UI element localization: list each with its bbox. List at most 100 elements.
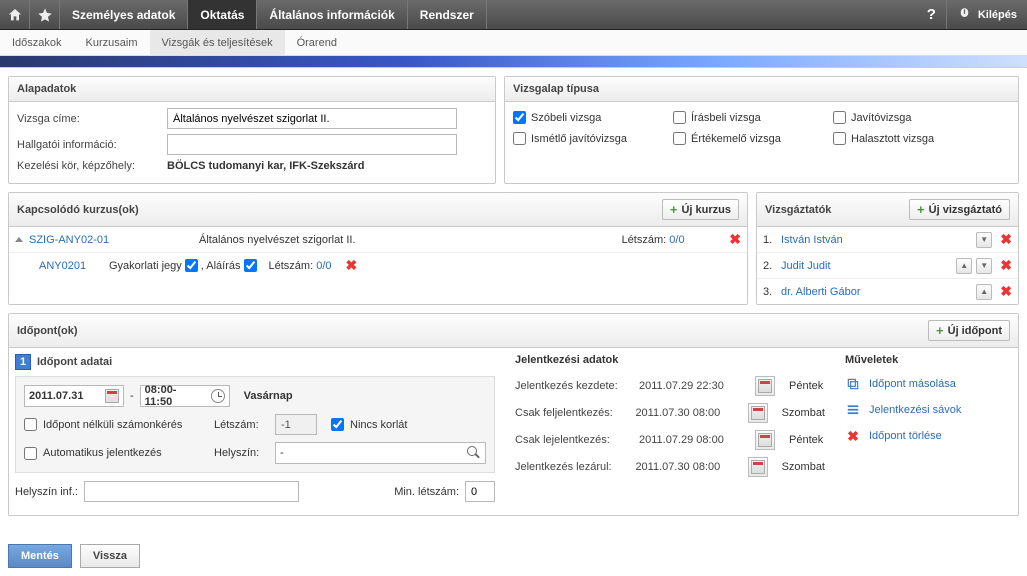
logout-button[interactable]: Kilépés — [947, 0, 1027, 29]
grade-checkbox[interactable] — [185, 259, 198, 272]
signup-row: Csak lejelentkezés:2011.07.29 08:00Pénte… — [515, 430, 825, 450]
delete-course-icon[interactable]: ✖ — [729, 231, 741, 248]
menu-general[interactable]: Általános információk — [257, 0, 407, 29]
signup-slots-action[interactable]: Jelentkezési sávok — [845, 402, 1012, 418]
move-up-icon[interactable]: ▲ — [976, 284, 992, 300]
add-course-button[interactable]: +Új kurzus — [662, 199, 739, 220]
signup-day: Szombat — [782, 461, 825, 473]
time-number: 1 — [15, 354, 31, 370]
examtype-title: Vizsgalap típusa — [513, 83, 599, 95]
delete-examiner-icon[interactable]: ✖ — [1000, 257, 1012, 274]
copy-icon — [845, 376, 861, 392]
menu-system[interactable]: Rendszer — [408, 0, 487, 29]
examtype-checkbox[interactable] — [673, 132, 686, 145]
examiner-link[interactable]: dr. Alberti Gábor — [781, 286, 972, 298]
scope-label: Kezelési kör, képzőhely: — [17, 160, 167, 172]
signup-label: Csak lejelentkezés: — [515, 434, 633, 446]
student-info-input[interactable] — [167, 134, 457, 155]
examtype-option[interactable]: Javítóvizsga — [833, 111, 973, 124]
submenu-courses[interactable]: Kurzusaim — [74, 30, 150, 55]
course-count-label: Létszám: — [622, 234, 667, 246]
calendar-icon — [758, 433, 772, 447]
add-examiner-button[interactable]: +Új vizsgáztató — [909, 199, 1010, 220]
date-input[interactable]: 2011.07.31 — [24, 385, 124, 407]
course-name: Általános nyelvészet szigorlat II. — [199, 234, 622, 246]
home-icon[interactable] — [0, 0, 30, 29]
clock-icon — [211, 389, 225, 403]
star-icon[interactable] — [30, 0, 60, 29]
plus-icon: + — [936, 323, 944, 338]
submenu-exams[interactable]: Vizsgák és teljesítések — [150, 30, 285, 55]
search-icon — [467, 446, 481, 460]
exam-title-input[interactable] — [167, 108, 457, 129]
calendar-button[interactable] — [748, 457, 767, 477]
signup-title: Jelentkezési adatok — [515, 354, 825, 366]
examtype-option[interactable]: Halasztott vizsga — [833, 132, 973, 145]
child-course-code[interactable]: ANY0201 — [39, 260, 109, 272]
copy-time-action[interactable]: Időpont másolása — [845, 376, 1012, 392]
count-input[interactable] — [275, 414, 317, 435]
time-input[interactable]: 08:00-11:50 — [140, 385, 230, 407]
signup-label: Jelentkezés kezdete: — [515, 380, 633, 392]
course-code-link[interactable]: SZIG-ANY02-01 — [29, 234, 199, 246]
delete-child-course-icon[interactable]: ✖ — [346, 257, 358, 274]
child-count-link[interactable]: 0/0 — [316, 260, 331, 272]
submenu-timetable[interactable]: Órarend — [285, 30, 349, 55]
menu-education[interactable]: Oktatás — [188, 0, 257, 29]
calendar-button[interactable] — [755, 376, 775, 396]
grade-label: Gyakorlati jegy — [109, 260, 182, 272]
delete-examiner-icon[interactable]: ✖ — [1000, 283, 1012, 300]
examiner-link[interactable]: István István — [781, 234, 972, 246]
expand-icon[interactable] — [15, 237, 23, 242]
add-time-button[interactable]: +Új időpont — [928, 320, 1010, 341]
examtype-option[interactable]: Értékemelő vizsga — [673, 132, 833, 145]
move-down-icon[interactable]: ▼ — [976, 258, 992, 274]
plus-icon: + — [670, 202, 678, 217]
basedata-title: Alapadatok — [17, 83, 76, 95]
min-count-input[interactable] — [465, 481, 495, 502]
calendar-button[interactable] — [748, 403, 767, 423]
signup-value: 2011.07.30 08:00 — [635, 461, 742, 473]
examiner-num: 1. — [763, 234, 777, 246]
sign-checkbox[interactable] — [244, 259, 257, 272]
signup-value: 2011.07.29 22:30 — [639, 380, 749, 392]
course-count-link[interactable]: 0/0 — [669, 234, 729, 246]
nolimit-checkbox[interactable] — [331, 418, 344, 431]
locinf-label: Helyszín inf.: — [15, 486, 78, 498]
locinf-input[interactable] — [84, 481, 299, 502]
help-icon[interactable]: ? — [917, 0, 947, 29]
move-up-icon[interactable]: ▲ — [956, 258, 972, 274]
delete-time-action[interactable]: ✖ Időpont törlése — [845, 428, 1012, 444]
noexam-label: Időpont nélküli számonkérés — [43, 419, 208, 431]
auto-signup-checkbox[interactable] — [24, 447, 37, 460]
menu-personal[interactable]: Személyes adatok — [60, 0, 188, 29]
examtype-checkbox[interactable] — [673, 111, 686, 124]
examtype-checkbox[interactable] — [513, 111, 526, 124]
signup-row: Jelentkezés lezárul:2011.07.30 08:00Szom… — [515, 457, 825, 477]
examiner-num: 2. — [763, 260, 777, 272]
signup-value: 2011.07.30 08:00 — [635, 407, 742, 419]
delete-examiner-icon[interactable]: ✖ — [1000, 231, 1012, 248]
save-button[interactable]: Mentés — [8, 544, 72, 568]
examtype-label: Halasztott vizsga — [851, 133, 934, 145]
examtype-option[interactable]: Szóbeli vizsga — [513, 111, 673, 124]
examiners-title: Vizsgáztatók — [765, 204, 831, 216]
ops-title: Műveletek — [845, 354, 1012, 366]
examtype-checkbox[interactable] — [833, 132, 846, 145]
examtype-checkbox[interactable] — [833, 111, 846, 124]
header-stripe — [0, 56, 1027, 68]
logout-label: Kilépés — [978, 9, 1017, 21]
signup-row: Jelentkezés kezdete:2011.07.29 22:30Pént… — [515, 376, 825, 396]
examtype-checkbox[interactable] — [513, 132, 526, 145]
examiner-link[interactable]: Judit Judit — [781, 260, 952, 272]
time-detail-title: Időpont adatai — [37, 356, 112, 368]
auto-signup-label: Automatikus jelentkezés — [43, 447, 208, 459]
submenu-periods[interactable]: Időszakok — [0, 30, 74, 55]
loc-input[interactable]: - — [275, 442, 486, 464]
move-down-icon[interactable]: ▼ — [976, 232, 992, 248]
examtype-option[interactable]: Írásbeli vizsga — [673, 111, 833, 124]
examtype-option[interactable]: Ismétlő javítóvizsga — [513, 132, 673, 145]
noexam-checkbox[interactable] — [24, 418, 37, 431]
back-button[interactable]: Vissza — [80, 544, 140, 568]
calendar-button[interactable] — [755, 430, 775, 450]
